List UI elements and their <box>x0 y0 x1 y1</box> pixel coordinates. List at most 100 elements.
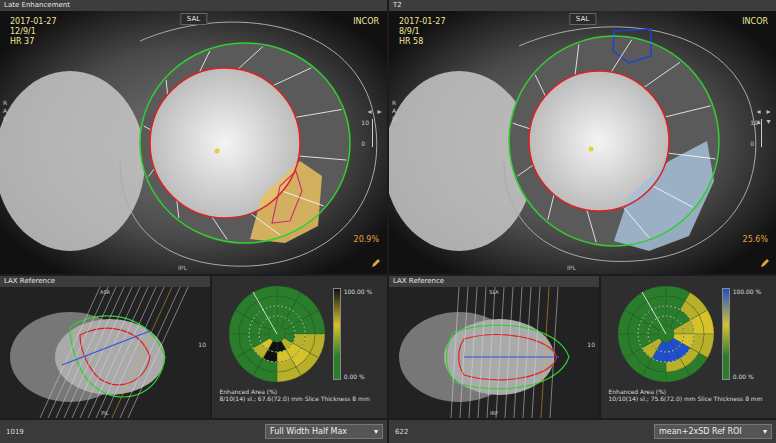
chart-row: 100.00 %0.00 % <box>616 284 762 384</box>
color-scale: 100.00 %0.00 % <box>722 288 762 380</box>
segment-spoke <box>535 75 545 96</box>
segment-spoke <box>295 109 341 117</box>
nav-arrows: ◂▸ <box>365 107 384 116</box>
bullseye-panel: 100.00 %0.00 %Enhanced Area (%)8/10(14) … <box>212 276 387 418</box>
epicardial-contour[interactable] <box>140 43 350 243</box>
nav-arrow[interactable]: ◂ <box>754 107 763 116</box>
bottom-row: LAX ReferenceASRPIL10100.00 %0.00 %Enhan… <box>0 276 387 418</box>
slice-line <box>451 287 459 418</box>
lax-panel: LAX ReferenceSLAIRP10 <box>389 276 599 418</box>
endocardial-contour[interactable] <box>529 71 669 211</box>
viewer-column: T22017-01-278/9/1HR 58SALINCORRAS100◂▸▴▾… <box>389 0 776 443</box>
slice-line <box>128 287 188 418</box>
segment-spoke <box>251 213 281 235</box>
segment-spoke <box>587 210 596 242</box>
segment-spoke <box>282 191 323 206</box>
orientation-badge: SAL <box>180 13 207 25</box>
image-viewport[interactable]: 2017-01-278/9/1HR 58SALINCORRAS100◂▸▴▾25… <box>389 11 776 274</box>
lax-bottom-label: IRP <box>490 410 498 416</box>
center-marker[interactable] <box>215 149 220 154</box>
segment-spoke <box>623 207 649 238</box>
enhancement-percentage: 20.9% <box>354 235 379 244</box>
reference-line <box>253 292 277 334</box>
color-bar-labels: 100.00 %0.00 % <box>733 288 762 380</box>
slice-line <box>48 287 108 418</box>
image-info: 2017-01-2712/9/1HR 37 <box>10 17 57 47</box>
color-scale: 100.00 %0.00 % <box>333 288 373 380</box>
slice-line <box>80 287 140 418</box>
method-dropdown[interactable]: mean+2xSD Ref ROI▾ <box>654 424 772 439</box>
viewer-column: Late Enhancement 2017-01-2712/9/1HR 37 SAL… <box>0 0 387 443</box>
bullseye-caption: Enhanced Area (%)10/10(14) sl.; 75.6(72.… <box>609 388 769 402</box>
nav-arrows: ◂▸▴▾ <box>754 107 773 126</box>
segment-spoke <box>644 62 680 87</box>
slice-line <box>96 287 156 418</box>
image-panel: Late Enhancement 2017-01-2712/9/1HR 37 SAL… <box>0 0 387 274</box>
center-marker[interactable] <box>589 147 594 152</box>
outer-contour[interactable] <box>120 22 377 266</box>
enhanced-region <box>250 161 322 243</box>
nav-arrow[interactable]: ▴ <box>754 117 763 126</box>
slice-line <box>469 287 477 418</box>
segment-spoke <box>177 200 179 218</box>
segment-spoke <box>665 106 711 117</box>
segment-spoke <box>238 46 263 69</box>
lax-image[interactable] <box>0 287 210 418</box>
nav-arrow[interactable]: ◂ <box>365 107 374 116</box>
panel-title: Late Enhancement <box>0 0 387 11</box>
segment-spoke <box>144 126 151 130</box>
color-bar <box>333 288 341 380</box>
bullseye-panel: 100.00 %0.00 % Enhanced Area (%)10/10(14)… <box>601 276 776 418</box>
scale-bar: 100 <box>361 119 373 147</box>
lax-image[interactable] <box>389 287 599 418</box>
long-axis-line <box>62 331 150 365</box>
segment-spoke <box>212 217 227 240</box>
enhancement-percentage: 25.6% <box>743 235 768 244</box>
pencil-icon[interactable] <box>371 258 381 268</box>
slice-line <box>550 287 558 418</box>
nav-arrow[interactable]: ▾ <box>764 117 773 126</box>
outer-contour[interactable] <box>504 27 756 262</box>
lax-viewport[interactable]: ASRPIL10 <box>0 287 210 418</box>
pencil-icon[interactable] <box>760 258 770 268</box>
slice-line <box>478 287 486 418</box>
image-count: 1019 <box>6 428 24 436</box>
segment-spoke <box>668 153 715 159</box>
slice-line <box>104 287 164 418</box>
short-axis-image[interactable] <box>0 11 387 274</box>
method-dropdown[interactable]: Full Width Half Max▾ <box>265 424 383 439</box>
orientation-bottom-label: IPL <box>178 264 187 271</box>
cmr-analysis-window: Late Enhancement 2017-01-2712/9/1HR 37 SAL… <box>0 0 776 443</box>
bullseye-chart <box>616 284 716 384</box>
bullseye-chart <box>227 284 327 384</box>
color-bar-labels: 100.00 %0.00 % <box>344 288 373 380</box>
lax-panel: LAX ReferenceASRPIL10 <box>0 276 210 418</box>
footer-bar: 1019 Full Width Half Max▾ <box>0 420 387 443</box>
lax-scale: 10 <box>198 341 206 348</box>
reference-line <box>642 292 666 334</box>
lax-top-label: ASR <box>100 289 110 295</box>
segment-spoke <box>513 123 530 129</box>
segment-spoke <box>273 68 311 86</box>
segment-spoke <box>299 156 346 160</box>
segment-spoke <box>575 44 579 75</box>
endocardial-contour[interactable] <box>150 68 300 218</box>
long-axis-line <box>464 356 559 357</box>
slice-line <box>120 287 180 418</box>
color-bar <box>722 288 730 380</box>
slice-line <box>88 287 148 418</box>
slice-line <box>487 287 495 418</box>
reference-roi[interactable] <box>613 29 651 63</box>
nav-arrow[interactable]: ▸ <box>764 107 773 116</box>
lax-viewport[interactable]: SLAIRP10 <box>389 287 599 418</box>
nav-arrow[interactable]: ▸ <box>375 107 384 116</box>
lax-title: LAX Reference <box>389 276 599 287</box>
slice-line <box>72 287 132 418</box>
short-axis-image[interactable] <box>389 11 776 274</box>
orientation-badge: SAL <box>569 13 596 25</box>
orientation-bottom-label: IPL <box>567 264 576 271</box>
image-viewport[interactable]: 2017-01-2712/9/1HR 37SALINCORRAS100◂▸20.… <box>0 11 387 274</box>
epicardial-contour[interactable] <box>509 36 719 246</box>
segment-spoke <box>611 40 632 72</box>
segment-spoke <box>166 80 167 95</box>
